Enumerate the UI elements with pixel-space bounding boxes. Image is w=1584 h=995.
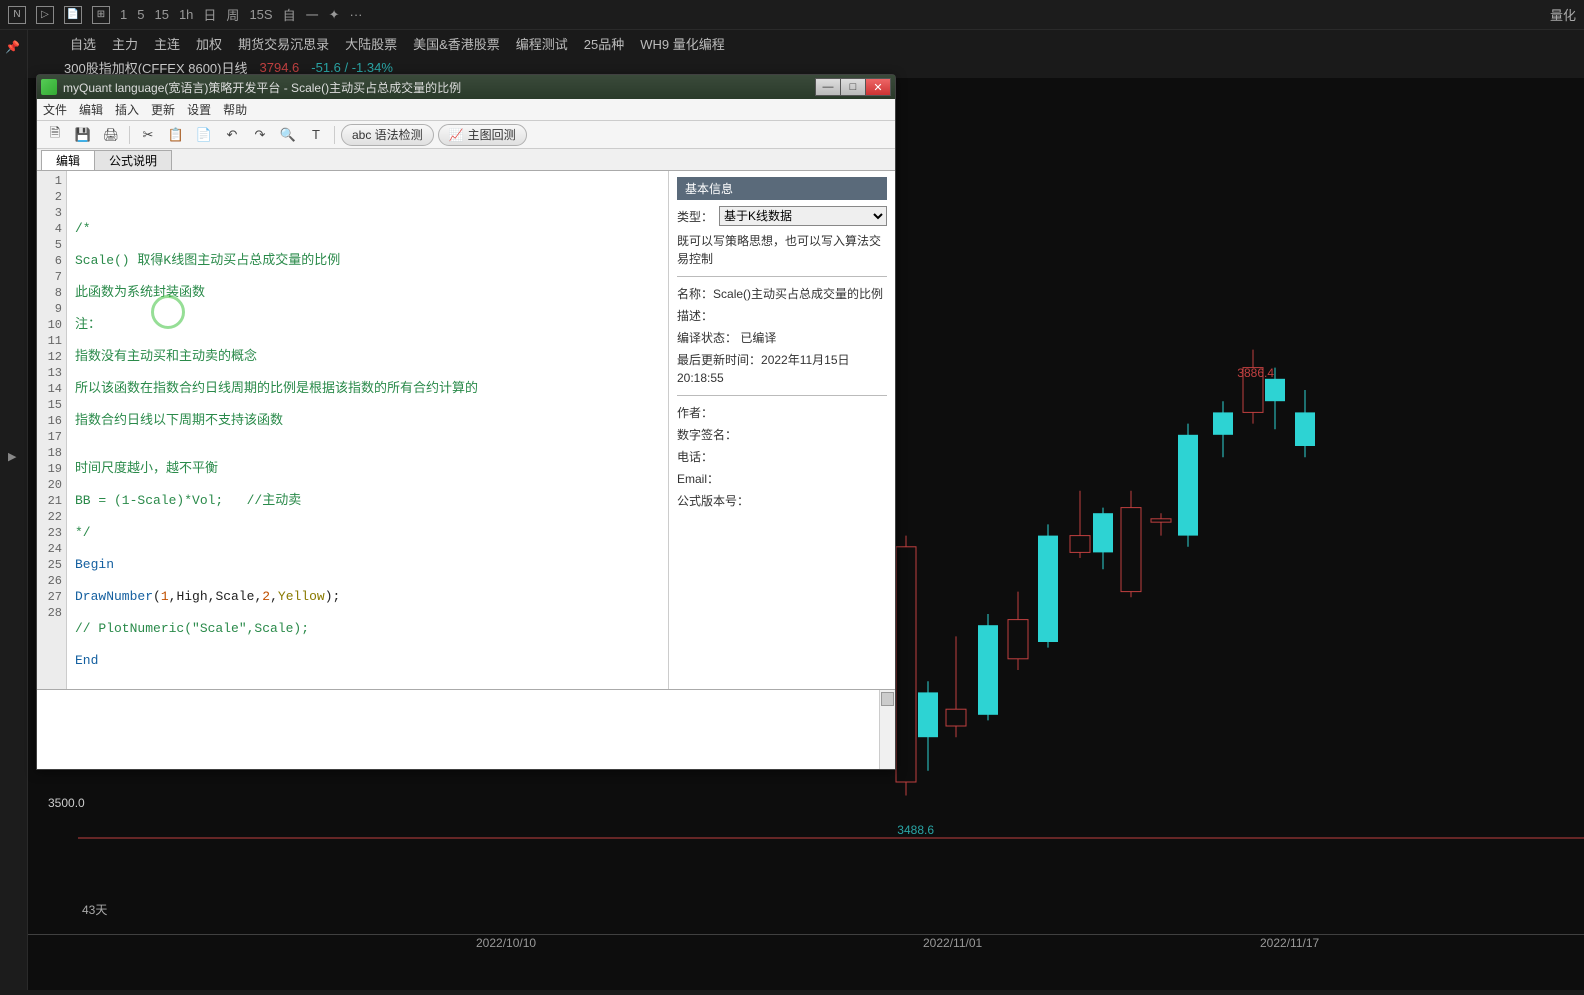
sig-label: 数字签名：: [677, 426, 887, 444]
compile-value: 已编译: [740, 331, 776, 345]
maximize-button[interactable]: □: [840, 78, 866, 96]
minimize-button[interactable]: —: [815, 78, 841, 96]
high-price-label: 3886.4: [1237, 366, 1274, 380]
compile-label: 编译状态：: [677, 331, 737, 345]
quant-label: 量化: [1550, 5, 1576, 24]
paste-icon[interactable]: 📄: [192, 124, 216, 146]
copy-icon[interactable]: 📋: [164, 124, 188, 146]
tab-edit[interactable]: 编辑: [41, 150, 95, 170]
nav-item[interactable]: 主力: [112, 34, 138, 53]
x-date: 2022/11/17: [1260, 936, 1319, 950]
expand-icon[interactable]: ▶: [8, 450, 16, 463]
nav-item[interactable]: 编程测试: [516, 34, 568, 53]
nav-item[interactable]: 加权: [196, 34, 222, 53]
close-button[interactable]: ✕: [865, 78, 891, 96]
backtest-button[interactable]: 📈主图回测: [438, 124, 527, 146]
panel-header: 基本信息: [677, 177, 887, 200]
ide-titlebar[interactable]: myQuant language(宽语言)策略开发平台 - Scale()主动买…: [37, 75, 895, 99]
output-pane[interactable]: [37, 689, 895, 769]
pin-icon[interactable]: 📌: [5, 40, 20, 54]
x-date: 2022/11/01: [923, 936, 982, 950]
name-value: Scale()主动买占总成交量的比例: [713, 287, 883, 301]
nav-item[interactable]: 美国&香港股票: [413, 34, 500, 53]
nav-item[interactable]: 自选: [70, 34, 96, 53]
nav-item[interactable]: 大陆股票: [345, 34, 397, 53]
menu-edit[interactable]: 编辑: [79, 101, 103, 118]
type-select[interactable]: 基于K线数据: [719, 206, 887, 226]
menu-help[interactable]: 帮助: [223, 101, 247, 118]
period-btn[interactable]: 自: [283, 5, 296, 24]
period-btn[interactable]: 5: [137, 7, 144, 22]
menu-file[interactable]: 文件: [43, 101, 67, 118]
y-axis-tick: 3500.0: [48, 796, 85, 810]
period-btn[interactable]: 1: [120, 7, 127, 22]
menu-update[interactable]: 更新: [151, 101, 175, 118]
toolbar-icon[interactable]: ▷: [36, 6, 54, 24]
nav-item[interactable]: 主连: [154, 34, 180, 53]
code-content[interactable]: /*Scale() 取得K线图主动买占总成交量的比例此函数为系统封装函数注：指数…: [67, 171, 668, 689]
menu-insert[interactable]: 插入: [115, 101, 139, 118]
ide-toolbar: 🗎 💾 🖨 ✂ 📋 📄 ↶ ↷ 🔍 T abc 语法检测 📈主图回测: [37, 121, 895, 149]
period-btn[interactable]: 日: [203, 5, 216, 24]
ide-window: myQuant language(宽语言)策略开发平台 - Scale()主动买…: [36, 74, 896, 770]
ide-menubar: 文件 编辑 插入 更新 设置 帮助: [37, 99, 895, 121]
toolbar-icon[interactable]: N: [8, 6, 26, 24]
ticker-price: 3794.6: [260, 60, 300, 75]
x-axis: [28, 934, 1584, 935]
properties-panel: 基本信息 类型： 基于K线数据 既可以写策略思想，也可以写入算法交易控制 名称：…: [669, 171, 895, 689]
code-editor[interactable]: 1234567891011121314151617181920212223242…: [37, 171, 669, 689]
period-btn[interactable]: 周: [226, 5, 239, 24]
line-gutter: 1234567891011121314151617181920212223242…: [37, 171, 67, 689]
output-scrollbar[interactable]: [879, 690, 895, 769]
search-icon[interactable]: 🔍: [276, 124, 300, 146]
low-price-label: 3488.6: [897, 823, 934, 837]
save-icon[interactable]: 💾: [71, 124, 95, 146]
ticker-change: -51.6 / -1.34%: [311, 60, 393, 75]
print-icon[interactable]: 🖨: [99, 124, 123, 146]
desc-label: 描述：: [677, 307, 887, 325]
nav-item[interactable]: 期货交易沉思录: [238, 34, 329, 53]
menu-settings[interactable]: 设置: [187, 101, 211, 118]
toolbar-icon[interactable]: 📄: [64, 6, 82, 24]
desc-hint: 既可以写策略思想，也可以写入算法交易控制: [677, 232, 887, 268]
toolbar-icon[interactable]: ⊞: [92, 6, 110, 24]
window-title: myQuant language(宽语言)策略开发平台 - Scale()主动买…: [63, 79, 461, 96]
phone-label: 电话：: [677, 448, 887, 466]
nav-item[interactable]: WH9 量化编程: [640, 34, 725, 53]
left-sidebar: 📌 ▶: [0, 30, 28, 990]
undo-icon[interactable]: ↶: [220, 124, 244, 146]
cut-icon[interactable]: ✂: [136, 124, 160, 146]
period-btn[interactable]: 15S: [249, 7, 272, 22]
top-toolbar: N ▷ 📄 ⊞ 1 5 15 1h 日 周 15S 自 一 ✦ ··· 量化: [0, 0, 1584, 30]
period-btn[interactable]: 15: [154, 7, 168, 22]
syntax-check-button[interactable]: abc 语法检测: [341, 124, 434, 146]
nav-item[interactable]: 25品种: [584, 34, 624, 53]
new-file-icon[interactable]: 🗎: [43, 124, 67, 146]
period-btn[interactable]: 一: [306, 5, 319, 24]
x-date: 2022/10/10: [476, 936, 536, 950]
text-icon[interactable]: T: [304, 124, 328, 146]
redo-icon[interactable]: ↷: [248, 124, 272, 146]
email-label: Email：: [677, 470, 887, 488]
ver-label: 公式版本号：: [677, 492, 887, 510]
tab-formula-desc[interactable]: 公式说明: [94, 150, 172, 170]
days-label: 43天: [82, 901, 107, 918]
secondary-nav: 自选 主力 主连 加权 期货交易沉思录 大陆股票 美国&香港股票 编程测试 25…: [0, 30, 1584, 56]
more-btn[interactable]: ···: [350, 7, 363, 22]
author-label: 作者：: [677, 404, 887, 422]
app-icon: [41, 79, 57, 95]
name-label: 名称：: [677, 287, 713, 301]
ide-tabs: 编辑 公式说明: [37, 149, 895, 171]
type-label: 类型：: [677, 208, 713, 225]
period-btn[interactable]: ✦: [329, 7, 340, 23]
period-btn[interactable]: 1h: [179, 7, 193, 22]
mtime-label: 最后更新时间：: [677, 353, 761, 367]
